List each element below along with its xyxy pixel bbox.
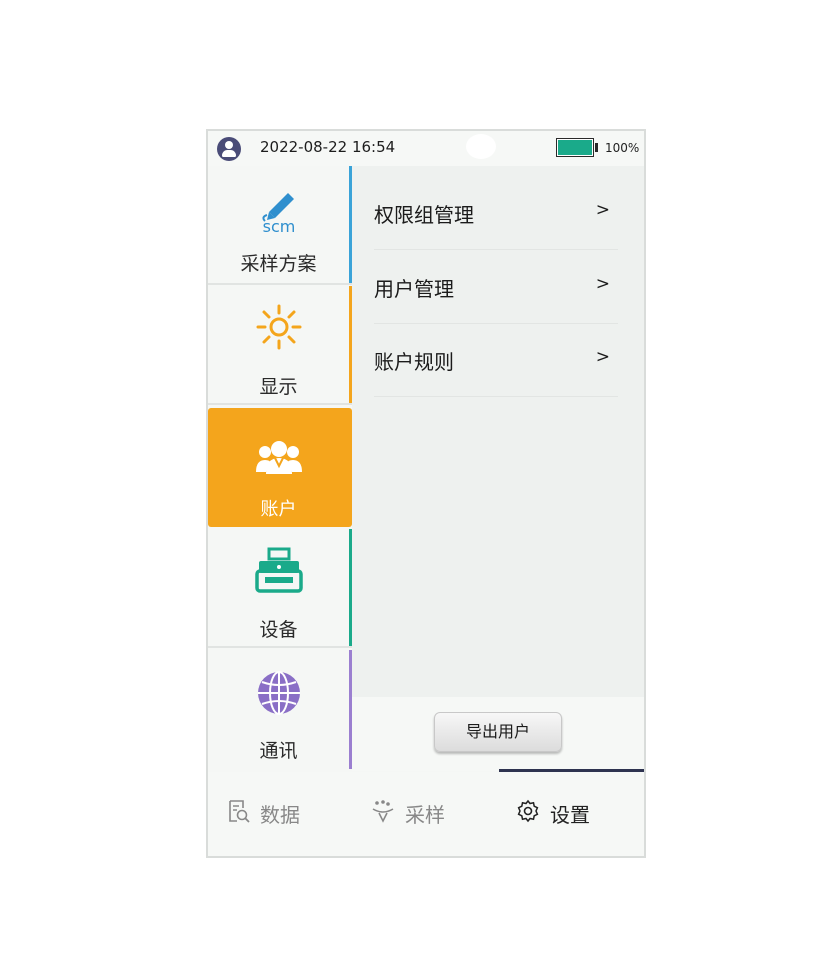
chevron-right-icon: >: [595, 274, 610, 294]
export-users-button[interactable]: 导出用户: [434, 712, 562, 752]
sidebar-item-label: 通讯: [259, 740, 298, 762]
sidebar-item-communication[interactable]: 通讯: [208, 650, 352, 769]
device-screen: 2022-08-22 16:54 100% scm 采样方案 显示 账户 设备 …: [206, 129, 646, 858]
tab-label: 数据: [260, 802, 300, 827]
sidebar-item-label: 设备: [259, 619, 298, 641]
svg-text:scm: scm: [262, 217, 295, 234]
user-avatar-icon[interactable]: [217, 137, 241, 161]
sun-icon: [208, 304, 349, 350]
sidebar-item-label: 显示: [259, 376, 298, 398]
battery-fill: [558, 140, 592, 155]
camera-notch: [466, 134, 496, 159]
menu-item-permission-groups[interactable]: 权限组管理 >: [374, 176, 618, 250]
sampling-plan-pen-icon: scm: [208, 190, 349, 234]
settings-sidebar: scm 采样方案 显示 账户 设备 通讯: [208, 166, 352, 771]
tab-data[interactable]: 数据: [228, 798, 300, 828]
menu-item-account-rules[interactable]: 账户规则 >: [374, 323, 618, 397]
account-menu-panel: 权限组管理 > 用户管理 > 账户规则 >: [352, 166, 644, 697]
globe-icon: [208, 670, 349, 716]
battery-percent: 100%: [605, 141, 640, 155]
battery-tip: [595, 143, 598, 152]
device-printer-icon: [208, 547, 349, 595]
tab-label: 设置: [550, 802, 590, 827]
bottom-tab-bar: 数据 采样 设置: [208, 772, 644, 856]
sidebar-item-account[interactable]: 账户: [208, 408, 352, 527]
export-area: 导出用户: [352, 697, 644, 771]
settings-gear-icon: [516, 799, 540, 827]
menu-item-label: 权限组管理: [374, 203, 474, 227]
sidebar-item-label: 账户: [260, 499, 297, 520]
chevron-right-icon: >: [595, 347, 610, 367]
users-icon: [208, 438, 349, 478]
sidebar-item-sampling-plan[interactable]: scm 采样方案: [208, 166, 352, 285]
tab-settings[interactable]: 设置: [516, 798, 590, 828]
status-datetime: 2022-08-22 16:54: [260, 138, 396, 156]
status-bar: 2022-08-22 16:54 100%: [208, 131, 644, 166]
sidebar-item-device[interactable]: 设备: [208, 529, 352, 648]
sidebar-item-label: 采样方案: [240, 253, 317, 275]
battery-icon: [556, 138, 594, 157]
menu-item-label: 用户管理: [374, 277, 454, 301]
menu-item-label: 账户规则: [374, 350, 454, 374]
sidebar-item-display[interactable]: 显示: [208, 286, 352, 405]
data-search-icon: [228, 799, 250, 827]
sampling-icon: [371, 799, 395, 827]
chevron-right-icon: >: [595, 200, 610, 220]
tab-label: 采样: [405, 802, 445, 827]
tab-sampling[interactable]: 采样: [371, 798, 445, 828]
menu-item-user-management[interactable]: 用户管理 >: [374, 250, 618, 324]
